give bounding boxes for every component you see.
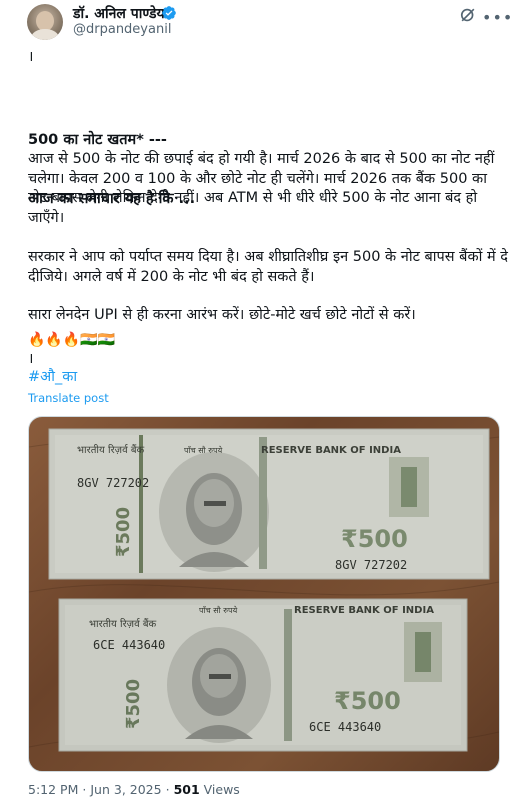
note1-serial-bottom: 8GV 727202 <box>335 558 407 572</box>
avatar[interactable] <box>27 4 63 40</box>
note2-side-value: ₹500 <box>123 679 144 729</box>
avatar-face <box>36 11 54 31</box>
post-paragraph-2: सरकार ने आप को पर्याप्त समय दिया है। अब … <box>28 249 513 285</box>
post-paragraph-1: आज से 500 के नोट की छपाई बंद हो गयी है। … <box>28 151 499 226</box>
banknote-2: भारतीय रिज़र्व बैंक पाँच सौ रुपये RESERV… <box>58 598 468 752</box>
post-paragraph-3: सारा लेनदेन UPI से ही करना आरंभ करें। छो… <box>28 307 416 323</box>
note2-serial-top: 6CE 443640 <box>93 638 165 652</box>
post-line-mark: । <box>28 49 34 65</box>
hashtag-link[interactable]: #औ_का <box>28 368 77 388</box>
headline-line-1: 500 का नोट खतम* --- <box>28 132 167 148</box>
note2-value: ₹500 <box>334 687 401 715</box>
note1-bank-english: RESERVE BANK OF INDIA <box>261 445 401 456</box>
post-line-mark-2: । <box>28 351 34 367</box>
note1-bank-hindi: भारतीय रिज़र्व बैंक <box>77 444 145 456</box>
banknotes-illustration: भारतीय रिज़र्व बैंक पाँच सौ रुपये RESERV… <box>29 428 499 752</box>
banknote-1: भारतीय रिज़र्व बैंक पाँच सौ रुपये RESERV… <box>48 428 490 580</box>
post-header: डॉ. अनिल पाण्डेय @drpandeyanil ••• <box>0 0 527 48</box>
meta-separator: · <box>165 782 170 797</box>
note2-bank-hindi: भारतीय रिज़र्व बैंक <box>89 618 157 630</box>
grok-icon[interactable] <box>458 5 478 25</box>
note1-side-value: ₹500 <box>113 507 134 557</box>
author-handle[interactable]: @drpandeyanil <box>73 22 171 37</box>
post-time[interactable]: 5:12 PM <box>28 782 78 797</box>
more-options-icon[interactable]: ••• <box>482 8 513 27</box>
note2-denomination-hindi: पाँच सौ रुपये <box>199 605 238 615</box>
verified-badge-icon <box>162 6 176 20</box>
note2-bank-english: RESERVE BANK OF INDIA <box>294 605 434 616</box>
views-label: Views <box>203 782 240 797</box>
meta-separator: · <box>82 782 87 797</box>
post-emojis: 🔥🔥🔥🇮🇳🇮🇳 <box>28 332 116 348</box>
note2-serial-bottom: 6CE 443640 <box>309 720 381 734</box>
post-date[interactable]: Jun 3, 2025 <box>90 782 161 797</box>
avatar-body <box>31 29 59 40</box>
views-count: 501 <box>173 782 200 797</box>
note1-denomination-hindi: पाँच सौ रुपये <box>184 445 223 455</box>
note1-value: ₹500 <box>341 525 408 553</box>
post-image[interactable]: भारतीय रिज़र्व बैंक पाँच सौ रुपये RESERV… <box>28 416 500 772</box>
author-name[interactable]: डॉ. अनिल पाण्डेय <box>73 4 165 23</box>
post-meta: 5:12 PM · Jun 3, 2025 · 501 Views <box>28 782 240 797</box>
note1-serial-top: 8GV 727202 <box>77 476 149 490</box>
translate-post-link[interactable]: Translate post <box>28 391 109 405</box>
